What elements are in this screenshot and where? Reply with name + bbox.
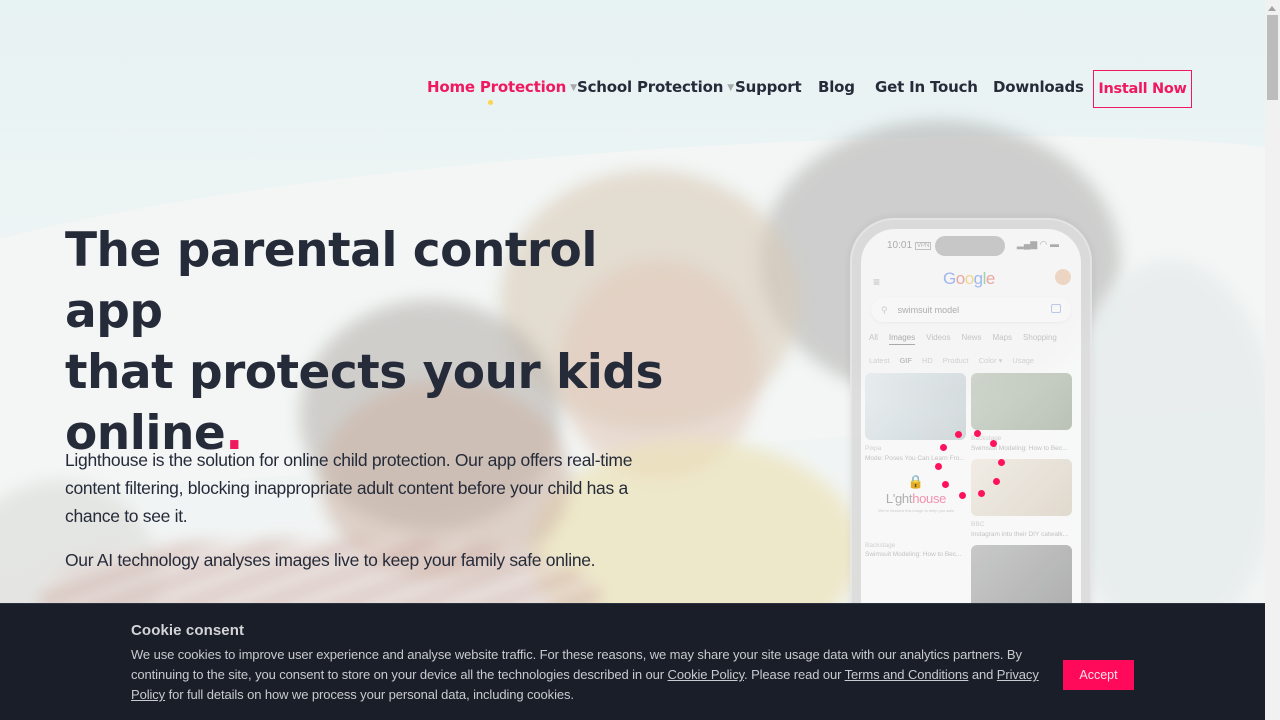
cookie-text-part: for full details on how we process your … xyxy=(165,687,574,702)
tab-news: News xyxy=(961,333,982,342)
scanning-dot xyxy=(974,430,981,437)
logo-letter: e xyxy=(985,269,995,288)
nav-label: School Protection xyxy=(577,78,724,96)
cookie-text-part: . Please read our xyxy=(744,667,845,682)
cookie-text: We use cookies to improve user experienc… xyxy=(131,645,1051,705)
tab-maps: Maps xyxy=(992,333,1013,342)
phone-mockup: 10:01 VPN ▂▄▆ ◠ ▬ ≡ Google ⚲ swimsuit mo… xyxy=(852,220,1090,640)
search-icon: ⚲ xyxy=(881,304,888,315)
image-result xyxy=(971,373,1072,430)
scanning-dot xyxy=(978,490,985,497)
page-scrollbar[interactable] xyxy=(1265,0,1280,720)
install-now-button[interactable]: Install Now xyxy=(1093,70,1192,108)
result-caption: Instagram into their DIY catwalk... xyxy=(971,531,1069,538)
hero-title-line: that protects your kids xyxy=(65,345,664,400)
cookie-policy-link[interactable]: Cookie Policy xyxy=(668,667,745,682)
nav-label: Home Protection xyxy=(427,78,567,96)
vpn-badge: VPN xyxy=(915,242,932,250)
hero-title: The parental control app that protects y… xyxy=(65,220,685,464)
logo-letter: o xyxy=(955,269,965,288)
chip: Usage xyxy=(1012,356,1035,365)
image-result xyxy=(971,459,1072,516)
phone-screen: 10:01 VPN ▂▄▆ ◠ ▬ ≡ Google ⚲ swimsuit mo… xyxy=(861,229,1081,640)
background-figure xyxy=(1060,260,1265,640)
image-result xyxy=(865,373,966,440)
chip: GIF xyxy=(899,356,912,365)
scanning-dot xyxy=(935,463,942,470)
nav-item-support[interactable]: Support xyxy=(735,78,802,96)
result-source: BBC xyxy=(971,521,985,528)
scroll-up-arrow-icon[interactable] xyxy=(1268,6,1276,11)
scanning-dot xyxy=(940,444,947,451)
lighthouse-logo: L'ghthouse xyxy=(885,491,947,506)
scanning-dot xyxy=(959,492,966,499)
accept-cookies-button[interactable]: Accept xyxy=(1063,660,1134,690)
phone-filter-chips: Latest GIF HD Product Color ▾ Usage xyxy=(869,356,1075,365)
nav-item-blog[interactable]: Blog xyxy=(818,78,855,96)
cookie-title: Cookie consent xyxy=(131,622,245,639)
chip: HD xyxy=(921,356,933,365)
nav-item-home-protection[interactable]: Home Protection ▼ xyxy=(427,78,577,96)
result-source: Pixpa xyxy=(865,445,882,452)
scanning-dot xyxy=(993,478,1000,485)
nav-item-get-in-touch[interactable]: Get In Touch xyxy=(875,78,978,96)
hamburger-menu-icon: ≡ xyxy=(873,275,881,289)
cookie-text-part: and xyxy=(968,667,997,682)
tab-videos: Videos xyxy=(926,333,951,342)
nav-item-downloads[interactable]: Downloads xyxy=(993,78,1084,96)
scrollbar-thumb[interactable] xyxy=(1267,15,1278,100)
hero-title-line: The parental control app xyxy=(65,223,597,339)
scanning-dot xyxy=(955,431,962,438)
phone-search-tabs: All Images Videos News Maps Shopping xyxy=(869,333,1075,345)
logo-prefix: L'ght xyxy=(885,491,913,506)
hero-description: Lighthouse is the solution for online ch… xyxy=(65,450,633,526)
logo-letter: g xyxy=(973,269,983,288)
chip: Color ▾ xyxy=(978,356,1003,365)
scanning-dot xyxy=(998,459,1005,466)
main-nav: Home Protection ▼ School Protection ▼ Supp… xyxy=(0,70,1265,108)
result-caption: Mode: Poses You Can Learn Fro... xyxy=(865,455,965,462)
logo-letter: o xyxy=(964,269,974,288)
avatar xyxy=(1055,269,1071,285)
tab-images: Images xyxy=(888,333,916,345)
logo-suffix: house xyxy=(912,491,947,506)
cookie-consent-banner: Cookie consent We use cookies to improve… xyxy=(0,603,1265,720)
chip: Latest xyxy=(869,356,890,365)
result-caption: Swimsuit Modeling: How to Bec... xyxy=(865,551,962,558)
chevron-down-icon: ▼ xyxy=(727,83,734,93)
search-query: swimsuit model xyxy=(897,305,960,315)
dynamic-island xyxy=(935,236,1005,256)
camera-icon xyxy=(1051,304,1061,313)
scanning-dot xyxy=(942,481,949,488)
status-time: 10:01 xyxy=(887,240,913,251)
logo-letter: G xyxy=(943,269,956,288)
phone-search-bar: ⚲ swimsuit model xyxy=(871,298,1071,322)
result-source: Backstage xyxy=(865,542,896,549)
chip: Product xyxy=(942,356,969,365)
signal-wifi-battery-icon: ▂▄▆ ◠ ▬ xyxy=(1016,239,1059,249)
tab-shopping: Shopping xyxy=(1023,333,1057,342)
tab-all: All xyxy=(869,333,878,342)
scanning-dot xyxy=(990,440,997,447)
chevron-down-icon: ▼ xyxy=(570,83,577,93)
hero-ai-description: Our AI technology analyses images live t… xyxy=(65,550,596,570)
active-indicator-dot xyxy=(488,100,493,105)
result-caption: Swimsuit Modeling: How to Bec... xyxy=(971,445,1068,452)
google-logo: Google xyxy=(943,269,995,289)
terms-link[interactable]: Terms and Conditions xyxy=(845,667,969,682)
blocked-message: We've blocked this image to keep you saf… xyxy=(878,508,954,513)
nav-item-school-protection[interactable]: School Protection ▼ xyxy=(577,78,734,96)
